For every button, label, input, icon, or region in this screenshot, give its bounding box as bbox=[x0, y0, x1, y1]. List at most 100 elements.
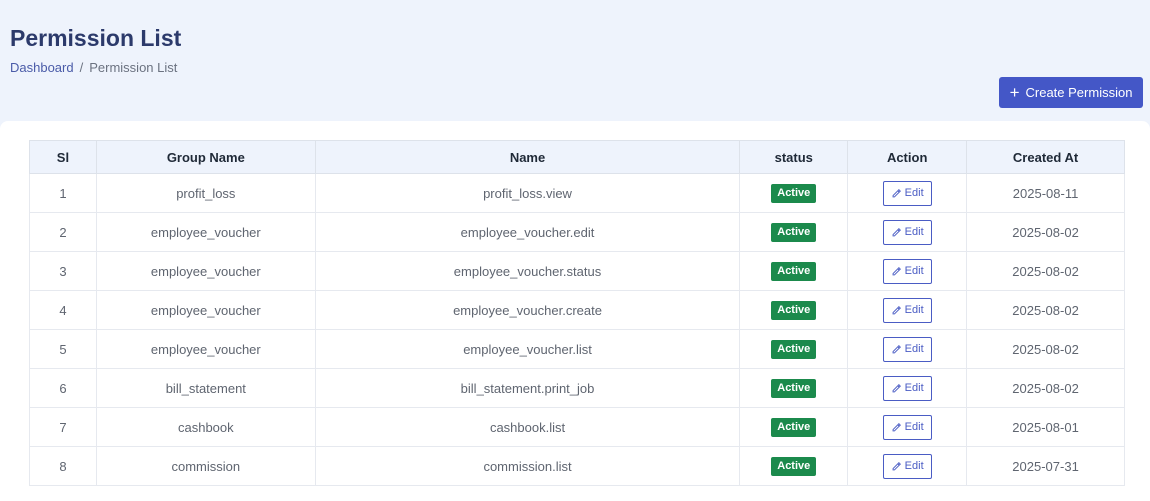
create-permission-button[interactable]: + Create Permission bbox=[999, 77, 1143, 108]
edit-button[interactable]: Edit bbox=[882, 453, 932, 479]
cell-action: Edit bbox=[847, 290, 968, 330]
edit-button[interactable]: Edit bbox=[882, 258, 932, 284]
table-header-row: Sl Group Name Name status Action Created… bbox=[29, 140, 1125, 174]
column-header-name: Name bbox=[314, 140, 741, 174]
cell-group-name: commission bbox=[95, 446, 316, 486]
breadcrumb: Dashboard / Permission List bbox=[10, 60, 177, 75]
cell-group-name: profit_loss bbox=[95, 173, 316, 213]
cell-group-name: employee_voucher bbox=[95, 290, 316, 330]
table-row: 3 employee_voucher employee_voucher.status… bbox=[29, 251, 1125, 291]
pencil-icon bbox=[892, 188, 901, 197]
table-row: 1 profit_loss profit_loss.view Active Edit 20… bbox=[29, 173, 1125, 213]
edit-button[interactable]: Edit bbox=[882, 375, 932, 401]
edit-label: Edit bbox=[904, 421, 924, 433]
pencil-icon bbox=[892, 305, 901, 314]
cell-sl: 6 bbox=[29, 368, 97, 408]
create-permission-label: Create Permission bbox=[1025, 85, 1133, 100]
edit-label: Edit bbox=[904, 187, 924, 199]
column-header-group-name: Group Name bbox=[95, 140, 316, 174]
column-header-action: Action bbox=[847, 140, 968, 174]
cell-action: Edit bbox=[847, 173, 968, 213]
cell-created-at: 2025-08-02 bbox=[966, 290, 1125, 330]
cell-status: Active bbox=[739, 173, 849, 213]
status-badge: Active bbox=[771, 339, 817, 359]
pencil-icon bbox=[892, 227, 901, 236]
edit-label: Edit bbox=[904, 343, 924, 355]
cell-created-at: 2025-07-31 bbox=[966, 446, 1125, 486]
column-header-status: status bbox=[739, 140, 849, 174]
cell-sl: 2 bbox=[29, 212, 97, 252]
permission-table-card: Sl Group Name Name status Action Created… bbox=[0, 121, 1150, 501]
plus-icon: + bbox=[1009, 83, 1020, 102]
page-title: Permission List bbox=[10, 25, 182, 51]
edit-label: Edit bbox=[904, 265, 924, 277]
cell-group-name: bill_statement bbox=[95, 368, 316, 408]
cell-group-name: employee_voucher bbox=[95, 329, 316, 369]
cell-created-at: 2025-08-02 bbox=[966, 329, 1125, 369]
cell-status: Active bbox=[739, 212, 849, 252]
edit-label: Edit bbox=[904, 460, 924, 472]
cell-sl: 8 bbox=[29, 446, 97, 486]
cell-name: employee_voucher.create bbox=[314, 290, 741, 330]
cell-sl: 1 bbox=[29, 173, 97, 213]
cell-group-name: cashbook bbox=[95, 407, 316, 447]
cell-status: Active bbox=[739, 290, 849, 330]
table-body: 1 profit_loss profit_loss.view Active Edit 20… bbox=[29, 173, 1125, 486]
cell-name: employee_voucher.edit bbox=[314, 212, 741, 252]
edit-button[interactable]: Edit bbox=[882, 414, 932, 440]
table-row: 8 commission commission.list Active Edit 2025… bbox=[29, 446, 1125, 486]
status-badge: Active bbox=[771, 300, 817, 320]
status-badge: Active bbox=[771, 183, 817, 203]
cell-action: Edit bbox=[847, 329, 968, 369]
breadcrumb-dashboard-link[interactable]: Dashboard bbox=[10, 60, 74, 75]
cell-name: bill_statement.print_job bbox=[314, 368, 741, 408]
pencil-icon bbox=[892, 383, 901, 392]
cell-action: Edit bbox=[847, 212, 968, 252]
table-row: 7 cashbook cashbook.list Active Edit 2025-08-… bbox=[29, 407, 1125, 447]
page-header: Permission List Dashboard / Permission Lis… bbox=[0, 0, 1150, 121]
cell-name: profit_loss.view bbox=[314, 173, 741, 213]
pencil-icon bbox=[892, 266, 901, 275]
edit-label: Edit bbox=[904, 382, 924, 394]
status-badge: Active bbox=[771, 378, 817, 398]
cell-action: Edit bbox=[847, 446, 968, 486]
cell-created-at: 2025-08-11 bbox=[966, 173, 1125, 213]
cell-sl: 4 bbox=[29, 290, 97, 330]
cell-name: employee_voucher.list bbox=[314, 329, 741, 369]
cell-action: Edit bbox=[847, 251, 968, 291]
edit-button[interactable]: Edit bbox=[882, 336, 932, 362]
cell-group-name: employee_voucher bbox=[95, 251, 316, 291]
cell-status: Active bbox=[739, 251, 849, 291]
cell-name: commission.list bbox=[314, 446, 741, 486]
cell-created-at: 2025-08-01 bbox=[966, 407, 1125, 447]
column-header-sl: Sl bbox=[29, 140, 97, 174]
breadcrumb-current: Permission List bbox=[89, 60, 178, 75]
column-header-created-at: Created At bbox=[966, 140, 1125, 174]
cell-status: Active bbox=[739, 407, 849, 447]
cell-created-at: 2025-08-02 bbox=[966, 212, 1125, 252]
status-badge: Active bbox=[771, 261, 817, 281]
pencil-icon bbox=[892, 461, 901, 470]
cell-status: Active bbox=[739, 446, 849, 486]
cell-created-at: 2025-08-02 bbox=[966, 368, 1125, 408]
cell-sl: 7 bbox=[29, 407, 97, 447]
table-row: 6 bill_statement bill_statement.print_job A… bbox=[29, 368, 1125, 408]
edit-button[interactable]: Edit bbox=[882, 219, 932, 245]
status-badge: Active bbox=[771, 456, 817, 476]
cell-action: Edit bbox=[847, 368, 968, 408]
pencil-icon bbox=[892, 422, 901, 431]
pencil-icon bbox=[892, 344, 901, 353]
cell-sl: 3 bbox=[29, 251, 97, 291]
edit-button[interactable]: Edit bbox=[882, 297, 932, 323]
status-badge: Active bbox=[771, 222, 817, 242]
cell-sl: 5 bbox=[29, 329, 97, 369]
cell-status: Active bbox=[739, 368, 849, 408]
edit-button[interactable]: Edit bbox=[882, 180, 932, 206]
cell-name: employee_voucher.status bbox=[314, 251, 741, 291]
status-badge: Active bbox=[771, 417, 817, 437]
cell-created-at: 2025-08-02 bbox=[966, 251, 1125, 291]
table-row: 2 employee_voucher employee_voucher.edit Ac… bbox=[29, 212, 1125, 252]
cell-status: Active bbox=[739, 329, 849, 369]
table-row: 4 employee_voucher employee_voucher.create… bbox=[29, 290, 1125, 330]
edit-label: Edit bbox=[904, 304, 924, 316]
